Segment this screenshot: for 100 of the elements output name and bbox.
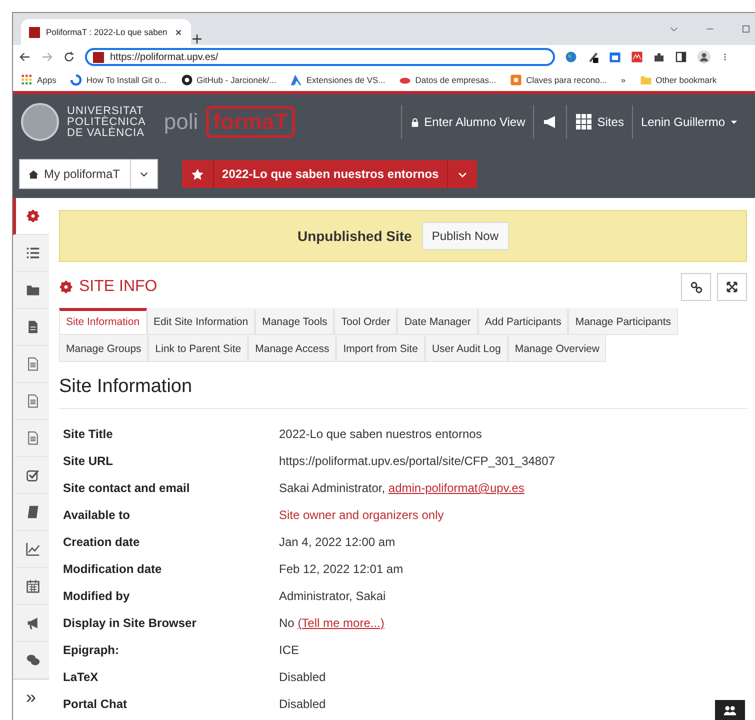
tab[interactable]: Edit Site Information xyxy=(146,308,256,335)
bookmark[interactable]: Extensiones de VS... xyxy=(290,74,386,86)
tab[interactable]: Manage Access xyxy=(248,335,336,362)
field-label: Available to xyxy=(63,507,131,524)
bookmark[interactable]: How To Install Git o... xyxy=(70,74,167,86)
field-label: Modified by xyxy=(63,588,131,605)
sidebar-icon xyxy=(675,51,687,63)
apps-icon xyxy=(21,74,33,86)
maximize-icon xyxy=(741,24,751,34)
field-value: No (Tell me more...) xyxy=(279,615,384,632)
link[interactable]: (Tell me more...) xyxy=(298,616,384,630)
field-value: Site owner and organizers only xyxy=(279,507,444,524)
bookmark[interactable]: Other bookmark xyxy=(640,74,717,86)
publish-button[interactable]: Publish Now xyxy=(422,222,509,250)
grid-icon xyxy=(575,114,594,130)
field-value: ICE xyxy=(279,642,300,659)
megaphone-icon xyxy=(26,616,40,630)
field-value: 2022-Lo que saben nuestros entornos xyxy=(279,426,482,443)
bookmark[interactable]: Datos de empresas... xyxy=(399,74,496,86)
folder-icon xyxy=(640,74,652,86)
chat-icon xyxy=(26,653,40,667)
tab[interactable]: Manage Groups xyxy=(59,335,148,362)
globe-icon xyxy=(565,51,577,63)
star-icon xyxy=(191,168,204,180)
field-value: Disabled xyxy=(279,696,326,713)
tab[interactable]: Link to Parent Site xyxy=(148,335,248,362)
bookmark[interactable]: » xyxy=(620,75,626,85)
field-label: Modification date xyxy=(63,561,163,578)
document-icon xyxy=(26,431,40,445)
bookmark[interactable]: Apps xyxy=(21,74,56,86)
tab[interactable]: Import from Site xyxy=(336,335,425,362)
back-icon xyxy=(19,51,31,63)
field-label: Portal Chat xyxy=(63,696,128,713)
document-icon xyxy=(26,394,40,408)
gear-icon xyxy=(26,209,40,223)
field-value: https://poliformat.upv.es/portal/site/CFP_301_34807 xyxy=(279,453,555,470)
tab[interactable]: Date Manager xyxy=(397,308,478,335)
site-favicon-icon xyxy=(93,52,104,62)
pen-icon xyxy=(587,51,599,63)
field-value: Sakai Administrator, admin-poliformat@upv.es xyxy=(279,480,524,497)
avatar-icon xyxy=(697,50,711,64)
calendar-icon xyxy=(26,579,40,593)
gear-icon xyxy=(59,280,73,294)
site-dropdown[interactable]: 2022-Lo que saben nuestros entornos xyxy=(182,160,477,188)
student-view-button[interactable]: Enter Alumno View xyxy=(401,105,534,139)
puzzle-icon xyxy=(653,51,665,63)
forward-icon xyxy=(41,51,53,63)
expand-icon xyxy=(726,281,738,293)
folder-icon xyxy=(26,283,40,297)
section-heading: Site Information xyxy=(59,376,747,409)
tab[interactable]: User Audit Log xyxy=(424,335,508,362)
field-label: Site Title xyxy=(63,426,114,443)
field-value: Disabled xyxy=(279,669,326,686)
home-dropdown[interactable]: My poliformaT xyxy=(19,159,158,189)
field-label: Display in Site Browser xyxy=(63,615,198,632)
close-icon xyxy=(174,28,183,36)
lock-icon xyxy=(410,116,420,128)
banner-text: Unpublished Site xyxy=(297,228,412,244)
sites-button[interactable]: Sites xyxy=(566,105,632,139)
tab[interactable]: Manage Tools xyxy=(255,308,334,335)
tab[interactable]: Site Information xyxy=(59,308,147,335)
field-label: Creation date xyxy=(63,534,141,551)
new-tab-icon xyxy=(191,33,203,45)
university-crest-icon xyxy=(21,103,59,141)
book-icon xyxy=(26,505,40,519)
university-name: UNIVERSITAT POLITÈCNICA DE VALÈNCIA xyxy=(67,106,146,138)
tab[interactable]: Manage Overview xyxy=(508,335,606,362)
link-button[interactable] xyxy=(681,273,711,301)
calendar-icon xyxy=(609,51,621,63)
bookmark[interactable]: Claves para recono... xyxy=(510,74,607,86)
document-icon xyxy=(26,357,40,371)
checkbox-icon xyxy=(26,468,40,482)
line-chart-icon xyxy=(26,542,40,556)
field-value: Feb 12, 2022 12:01 am xyxy=(279,561,404,578)
user-menu[interactable]: Lenin Guillermo xyxy=(632,105,747,139)
bookmark[interactable]: GitHub - Jarcionek/... xyxy=(180,74,276,86)
reload-icon xyxy=(63,51,75,63)
tab[interactable]: Manage Participants xyxy=(568,308,678,335)
address-bar[interactable]: https://poliformat.upv.es/ xyxy=(85,48,555,66)
help-button[interactable] xyxy=(715,700,745,720)
field-label: Site URL xyxy=(63,453,114,470)
file-icon xyxy=(26,320,40,334)
tool-title: SITE INFO xyxy=(79,278,158,296)
link[interactable]: admin-poliformat@upv.es xyxy=(388,481,524,495)
tab[interactable]: Add Participants xyxy=(478,308,568,335)
field-value: Administrator, Sakai xyxy=(279,588,386,605)
field-value: Jan 4, 2022 12:00 am xyxy=(279,534,396,551)
field-label: LaTeX xyxy=(63,669,100,686)
link-icon xyxy=(690,280,702,294)
site-favicon-icon xyxy=(29,26,40,38)
home-icon xyxy=(28,168,39,180)
field-label: Site contact and email xyxy=(63,480,191,497)
browser-tab[interactable]: PoliformaT : 2022-Lo que saben xyxy=(21,19,191,45)
list-icon xyxy=(26,246,40,260)
tab[interactable]: Tool Order xyxy=(334,308,398,335)
field-label: Epigraph: xyxy=(63,642,120,659)
fullscreen-button[interactable] xyxy=(717,273,747,301)
tool-button[interactable] xyxy=(13,198,49,235)
people-icon xyxy=(723,703,737,717)
expand-button[interactable]: » xyxy=(13,679,49,715)
